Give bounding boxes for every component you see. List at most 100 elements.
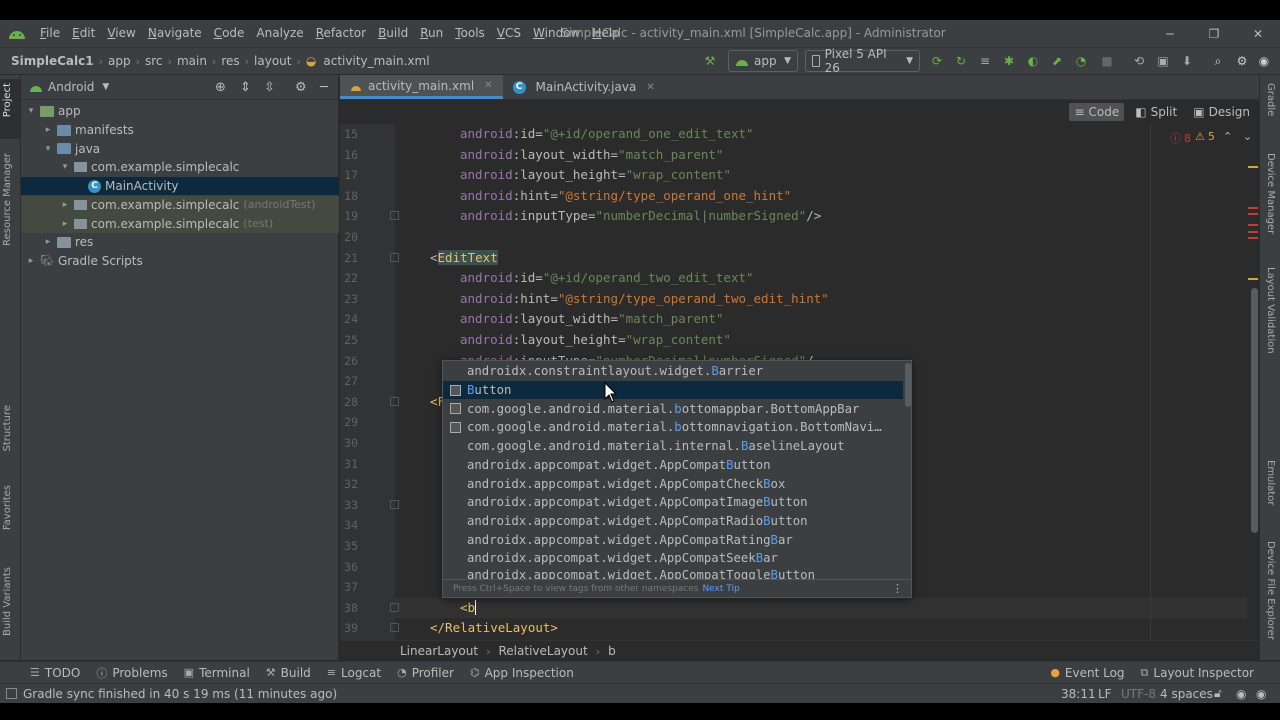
tool-tab-structure[interactable]: Structure <box>2 405 13 452</box>
tool-tab-favorites[interactable]: Favorites <box>2 485 13 530</box>
menu-vcs[interactable]: VCS <box>491 20 527 47</box>
error-marker[interactable] <box>1248 207 1258 209</box>
completion-item[interactable]: androidx.appcompat.widget.AppCompatImage… <box>443 493 903 512</box>
line-separator[interactable]: LF <box>1098 687 1112 701</box>
error-marker[interactable] <box>1248 237 1258 239</box>
fold-marker-icon[interactable] <box>390 623 399 633</box>
memory-indicator-icon[interactable]: ◉ <box>1236 687 1246 701</box>
tool-window-app-inspection[interactable]: ⌬ App Inspection <box>462 665 582 681</box>
search-icon[interactable]: ⌕ <box>1209 52 1227 70</box>
error-marker[interactable] <box>1248 224 1258 226</box>
debug-icon[interactable]: ✱ <box>1000 52 1018 70</box>
warning-marker[interactable] <box>1248 166 1258 168</box>
completion-item[interactable]: androidx.appcompat.widget.AppCompatRatin… <box>443 530 903 549</box>
tool-window-build[interactable]: ⚒ Build <box>258 665 319 681</box>
tool-window-terminal[interactable]: ▣ Terminal <box>176 665 258 681</box>
tool-tab-device-file-explorer[interactable]: Device File Explorer <box>1265 541 1276 640</box>
tool-window-profiler[interactable]: ◔ Profiler <box>389 665 462 681</box>
indent-setting[interactable]: 4 spaces <box>1160 687 1213 701</box>
completion-item[interactable]: androidx.appcompat.widget.AppCompatCheck… <box>443 474 903 493</box>
completion-item[interactable]: androidx.appcompat.widget.AppCompatSeek B… <box>443 549 903 568</box>
error-marker[interactable] <box>1248 213 1258 215</box>
file-encoding[interactable]: UTF-8 <box>1121 687 1156 701</box>
breadcrumb-item[interactable]: res <box>216 54 244 68</box>
breadcrumb-item[interactable]: SimpleCalc1 <box>6 54 99 68</box>
notifications-icon[interactable]: ◉ <box>1256 687 1266 701</box>
tool-tab-device-manager[interactable]: Device Manager <box>1265 153 1276 234</box>
menu-view[interactable]: View <box>101 20 141 47</box>
tool-tab-layout-validation[interactable]: Layout Validation <box>1265 267 1276 354</box>
code-line[interactable]: android:inputType="numberDecimal|numberS… <box>460 206 821 227</box>
tree-item[interactable]: ▾ java <box>21 139 339 158</box>
menu-navigate[interactable]: Navigate <box>142 20 208 47</box>
code-line[interactable]: <b​ <box>460 598 477 619</box>
warning-count[interactable]: ⚠ 5 <box>1195 130 1215 143</box>
menu-analyze[interactable]: Analyze <box>250 20 309 47</box>
close-tab-icon[interactable]: ✕ <box>646 82 654 93</box>
breadcrumb-item[interactable]: app <box>103 54 136 68</box>
apply-code-changes-icon[interactable]: ↻ <box>952 52 970 70</box>
tree-item[interactable]: ▾ app <box>21 102 339 121</box>
caret-position[interactable]: 38:11 <box>1061 687 1096 701</box>
tool-window-event-log[interactable]: ● Event Log <box>1042 666 1132 680</box>
maximize-button[interactable]: ❐ <box>1192 20 1236 47</box>
more-options-icon[interactable]: ⋮ <box>892 582 903 595</box>
profile-icon[interactable]: ◐ <box>1024 52 1042 70</box>
prev-highlight-icon[interactable]: ⌃ <box>1223 130 1232 143</box>
breadcrumb-linearlayout[interactable]: LinearLayout <box>400 644 478 658</box>
code-line[interactable]: android:layout_width="match_parent" <box>460 145 723 166</box>
fold-marker-icon[interactable] <box>390 499 399 509</box>
expand-all-icon[interactable]: ⇕ <box>240 80 251 95</box>
breadcrumb-b[interactable]: b <box>608 644 616 658</box>
split-view-button[interactable]: ◧ Split <box>1130 103 1182 121</box>
run-config-dropdown[interactable]: app ▼ <box>728 50 798 72</box>
tool-tab-gradle[interactable]: Gradle <box>1265 83 1276 116</box>
tool-tab-build-variants[interactable]: Build Variants <box>2 567 13 636</box>
account-icon[interactable]: ◉ <box>1255 52 1273 70</box>
completion-item[interactable]: androidx.constraintlayout.widget. Barrier <box>443 362 903 381</box>
apply-changes-restart-icon[interactable]: ⟳ <box>928 52 946 70</box>
breadcrumb-item[interactable]: layout <box>249 54 296 68</box>
sync-gradle-icon[interactable]: ⟲ <box>1130 52 1148 70</box>
hammer-icon[interactable]: ⚒ <box>701 52 719 70</box>
fold-marker-icon[interactable] <box>390 396 399 406</box>
chevron-right-icon[interactable]: ▸ <box>25 256 37 266</box>
tool-tab-emulator[interactable]: Emulator <box>1265 460 1276 505</box>
code-line[interactable]: android:id="@+id/operand_two_edit_text" <box>460 268 754 289</box>
tool-window-logcat[interactable]: ≡ Logcat <box>319 665 389 681</box>
gear-icon[interactable]: ⚙ <box>1233 52 1251 70</box>
chevron-down-icon[interactable]: ▾ <box>59 162 71 172</box>
tree-item[interactable]: ▸ manifests <box>21 121 339 140</box>
menu-run[interactable]: Run <box>414 20 449 47</box>
menu-refactor[interactable]: Refactor <box>310 20 372 47</box>
completion-scrollbar[interactable] <box>905 363 911 407</box>
list-icon[interactable]: ≡ <box>976 52 994 70</box>
completion-item[interactable]: Button <box>443 380 903 400</box>
chevron-right-icon[interactable]: ▸ <box>59 200 71 210</box>
chevron-right-icon[interactable]: ▸ <box>42 125 54 135</box>
completion-item[interactable]: com.google.android.material. b ottomnaviga… <box>443 418 903 437</box>
tool-tab-resource-manager[interactable]: Resource Manager <box>2 153 13 246</box>
code-line[interactable]: android:hint="@string/type_operand_two_e… <box>460 289 829 310</box>
chevron-down-icon[interactable]: ▼ <box>102 82 109 92</box>
tool-window-todo[interactable]: ☰ TODO <box>22 665 88 681</box>
gauge-icon[interactable]: ◔ <box>1072 52 1090 70</box>
menu-file[interactable]: File <box>34 20 66 47</box>
close-tab-icon[interactable]: ✕ <box>484 80 492 91</box>
completion-item[interactable]: androidx.appcompat.widget.AppCompatToggl… <box>443 568 903 580</box>
device-manager-icon[interactable]: ▣ <box>1154 52 1172 70</box>
tab-activity-main-xml[interactable]: activity_main.xml ✕ <box>340 75 503 99</box>
status-message[interactable]: Gradle sync finished in 40 s 19 ms (11 m… <box>23 687 337 701</box>
next-tip-link[interactable]: Next Tip <box>702 584 739 594</box>
breadcrumb-item[interactable]: main <box>172 54 212 68</box>
tree-item[interactable]: ▸ 🐘︎ Gradle Scripts <box>21 252 339 271</box>
menu-edit[interactable]: Edit <box>66 20 101 47</box>
design-view-button[interactable]: ▣ Design <box>1188 103 1255 121</box>
error-count[interactable]: ⓘ 8 <box>1170 130 1191 146</box>
tree-item[interactable]: ▸ com.example.simplecalc (test) <box>21 214 339 233</box>
tree-item[interactable]: ▸ res <box>21 233 339 252</box>
tool-window-layout-inspector[interactable]: ⧉ Layout Inspector <box>1133 666 1262 680</box>
tree-item[interactable]: ▸ com.example.simplecalc (androidTest) <box>21 195 339 215</box>
tree-item[interactable]: ▾ com.example.simplecalc <box>21 158 339 177</box>
attach-debugger-icon[interactable]: ⬈ <box>1048 52 1066 70</box>
